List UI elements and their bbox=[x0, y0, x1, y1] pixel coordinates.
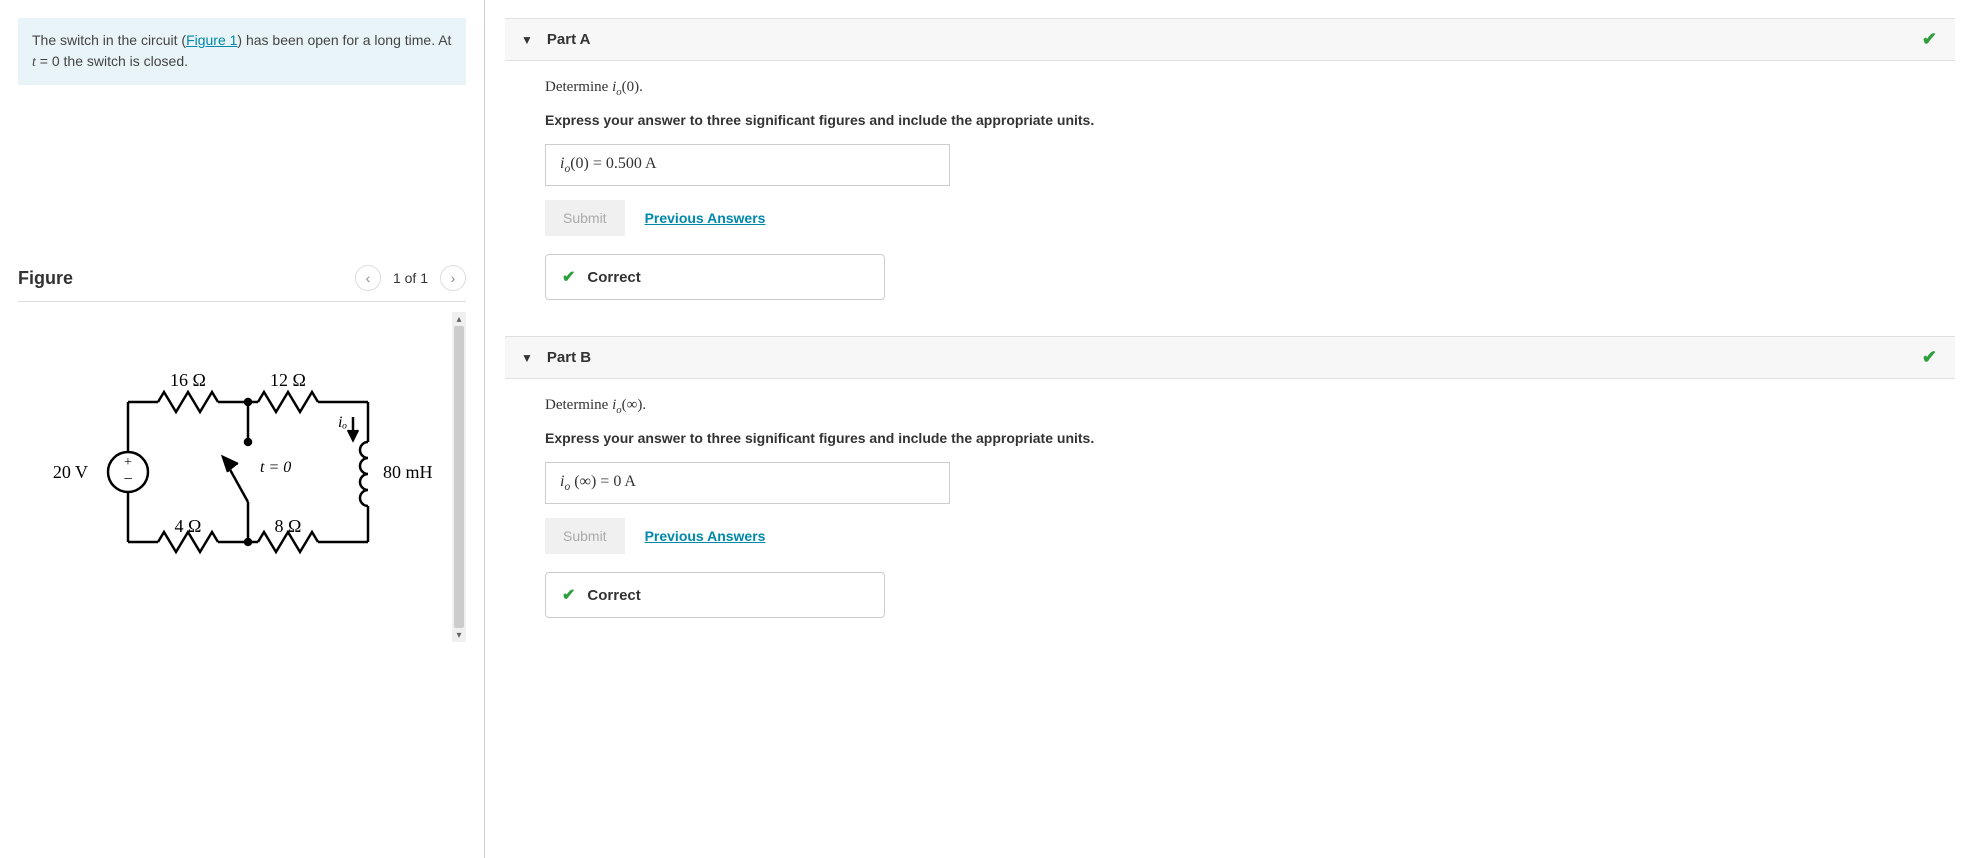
part-a-buttons: Submit Previous Answers bbox=[545, 200, 1915, 236]
part-b-header[interactable]: ▼ Part B ✔ bbox=[505, 336, 1955, 379]
collapse-icon: ▼ bbox=[521, 33, 533, 47]
switch-label: t = 0 bbox=[260, 459, 291, 476]
check-icon: ✔ bbox=[562, 267, 575, 287]
source-label: 20 V bbox=[53, 462, 88, 482]
part-b-answer-box[interactable]: io (∞) = 0 A bbox=[545, 462, 950, 504]
scroll-thumb[interactable] bbox=[454, 326, 464, 628]
r1-label: 16 Ω bbox=[170, 372, 206, 390]
pager-text: 1 of 1 bbox=[387, 270, 434, 286]
app-root: The switch in the circuit (Figure 1) has… bbox=[0, 0, 1975, 858]
part-b-answer-value: 0 A bbox=[613, 473, 636, 490]
figure-area: ▴ ▾ bbox=[18, 312, 466, 642]
svg-text:−: − bbox=[123, 471, 132, 488]
collapse-icon: ▼ bbox=[521, 351, 533, 365]
right-panel: ▼ Part A ✔ Determine io(0). Express your… bbox=[485, 0, 1975, 858]
scroll-down-icon[interactable]: ▾ bbox=[452, 628, 466, 642]
part-a-answer-box[interactable]: io(0) = 0.500 A bbox=[545, 144, 950, 186]
r2-label: 12 Ω bbox=[270, 372, 306, 390]
part-b-feedback-text: Correct bbox=[587, 587, 640, 604]
problem-text-suffix: ) has been open for a long time. At bbox=[237, 32, 451, 48]
scroll-up-icon[interactable]: ▴ bbox=[452, 312, 466, 326]
part-b-title: Part B bbox=[547, 349, 591, 366]
part-b-previous-answers-link[interactable]: Previous Answers bbox=[645, 528, 766, 544]
io-label: iₒ bbox=[338, 414, 347, 431]
part-a-submit-button[interactable]: Submit bbox=[545, 200, 625, 236]
part-a-previous-answers-link[interactable]: Previous Answers bbox=[645, 210, 766, 226]
part-a-status-check-icon: ✔ bbox=[1922, 29, 1937, 50]
pager-prev-button[interactable]: ‹ bbox=[355, 265, 381, 291]
problem-text-prefix: The switch in the circuit ( bbox=[32, 32, 186, 48]
pager-next-button[interactable]: › bbox=[440, 265, 466, 291]
circuit-diagram: + − 16 Ω 12 Ω 4 Ω 8 Ω 20 V 80 mH t = 0 i… bbox=[28, 372, 448, 592]
problem-eq: = 0 the switch is closed. bbox=[36, 53, 188, 69]
left-panel: The switch in the circuit (Figure 1) has… bbox=[0, 0, 485, 858]
figure-scrollbar[interactable]: ▴ ▾ bbox=[452, 312, 466, 642]
part-b-body: Determine io(∞). Express your answer to … bbox=[505, 379, 1955, 636]
r4-label: 8 Ω bbox=[275, 516, 302, 536]
svg-text:+: + bbox=[124, 455, 132, 470]
figure-header: Figure ‹ 1 of 1 › bbox=[18, 265, 466, 302]
figure-pager: ‹ 1 of 1 › bbox=[355, 265, 466, 291]
part-b-question: Determine io(∞). bbox=[545, 397, 1915, 416]
part-a-instruction: Express your answer to three significant… bbox=[545, 112, 1915, 128]
part-a: ▼ Part A ✔ Determine io(0). Express your… bbox=[505, 18, 1955, 318]
inductor-label: 80 mH bbox=[383, 462, 433, 482]
part-b: ▼ Part B ✔ Determine io(∞). Express your… bbox=[505, 336, 1955, 636]
part-a-feedback: ✔ Correct bbox=[545, 254, 885, 300]
part-a-header[interactable]: ▼ Part A ✔ bbox=[505, 18, 1955, 61]
figure-title: Figure bbox=[18, 268, 73, 289]
r3-label: 4 Ω bbox=[175, 516, 202, 536]
part-b-instruction: Express your answer to three significant… bbox=[545, 430, 1915, 446]
part-a-body: Determine io(0). Express your answer to … bbox=[505, 61, 1955, 318]
part-a-question: Determine io(0). bbox=[545, 79, 1915, 98]
part-b-submit-button[interactable]: Submit bbox=[545, 518, 625, 554]
part-a-answer-value: 0.500 A bbox=[606, 155, 657, 172]
check-icon: ✔ bbox=[562, 585, 575, 605]
problem-statement: The switch in the circuit (Figure 1) has… bbox=[18, 18, 466, 85]
part-a-title: Part A bbox=[547, 31, 591, 48]
part-b-buttons: Submit Previous Answers bbox=[545, 518, 1915, 554]
part-b-feedback: ✔ Correct bbox=[545, 572, 885, 618]
part-b-status-check-icon: ✔ bbox=[1922, 347, 1937, 368]
part-a-feedback-text: Correct bbox=[587, 269, 640, 286]
figure-link[interactable]: Figure 1 bbox=[186, 32, 237, 48]
